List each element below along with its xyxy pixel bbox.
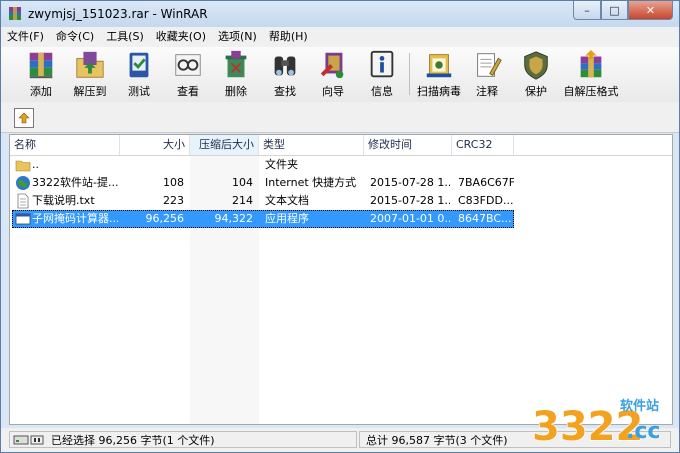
menu-bar: 文件(F) 命令(C) 工具(S) 收藏夹(O) 选项(N) 帮助(H) — [1, 27, 679, 48]
file-size: 223 — [163, 194, 184, 207]
drive-icon — [13, 435, 44, 444]
extract-to-button[interactable]: 解压到 — [67, 49, 113, 99]
table-row[interactable]: .. 文件夹 — [10, 156, 672, 174]
column-header-packed[interactable]: 压缩后大小 — [190, 135, 259, 155]
folder-icon — [15, 160, 31, 172]
file-packed-size: 214 — [232, 194, 253, 207]
column-header-modified[interactable]: 修改时间 — [364, 135, 452, 155]
wizard-label: 向导 — [322, 85, 344, 98]
file-name: 子网掩码计算器.... — [32, 212, 118, 225]
file-type: 文件夹 — [265, 158, 298, 171]
table-row[interactable]: 下载说明.txt 223 214 文本文档 2015-07-28 1... C8… — [10, 192, 672, 210]
test-button[interactable]: 测试 — [116, 49, 162, 99]
file-crc: 8647BC... — [458, 212, 512, 225]
file-packed-size: 94,322 — [214, 212, 254, 225]
file-crc: 7BA6C67F — [458, 176, 514, 189]
test-label: 测试 — [128, 85, 150, 98]
toolbar: 添加 解压到 测试 查看 删除 查找 向导 信息 扫描病毒 注释 保护 自解压格… — [1, 47, 679, 103]
extract-folder-icon — [76, 51, 104, 78]
wizard-button[interactable]: 向导 — [310, 49, 356, 99]
table-row[interactable]: 3322软件站-提... 108 104 Internet 快捷方式 2015-… — [10, 174, 672, 192]
comment-button[interactable]: 注释 — [464, 49, 510, 99]
delete-label: 删除 — [225, 85, 247, 98]
comment-label: 注释 — [476, 85, 498, 98]
menu-favorites[interactable]: 收藏夹(O) — [150, 27, 212, 47]
wizard-icon — [320, 52, 344, 79]
menu-options[interactable]: 选项(N) — [212, 27, 263, 47]
view-label: 查看 — [177, 85, 199, 98]
delete-button[interactable]: 删除 — [213, 49, 259, 99]
column-header-row: 名称 大小 压缩后大小 类型 修改时间 CRC32 — [10, 135, 672, 156]
view-glasses-icon — [175, 54, 201, 76]
find-binoculars-icon — [274, 56, 296, 76]
file-size: 108 — [163, 176, 184, 189]
virus-scan-icon — [426, 54, 452, 78]
file-name: 下载说明.txt — [32, 194, 95, 207]
file-packed-size: 104 — [232, 176, 253, 189]
maximize-button[interactable]: □ — [601, 1, 628, 20]
virus-scan-label: 扫描病毒 — [417, 85, 461, 98]
up-folder-button[interactable] — [14, 108, 34, 128]
add-button[interactable]: 添加 — [18, 49, 64, 99]
menu-commands[interactable]: 命令(C) — [50, 27, 100, 47]
menu-tools[interactable]: 工具(S) — [100, 27, 150, 47]
file-type: Internet 快捷方式 — [265, 176, 357, 189]
info-label: 信息 — [371, 85, 393, 98]
winrar-app-icon — [9, 7, 21, 20]
test-check-icon — [129, 52, 149, 78]
column-header-type[interactable]: 类型 — [259, 135, 364, 155]
watermark-domain: .cc — [626, 419, 660, 444]
file-modified: 2007-01-01 0... — [370, 212, 450, 225]
comment-notepad-icon — [477, 53, 502, 77]
application-icon — [15, 213, 31, 225]
info-icon — [370, 50, 394, 78]
site-watermark-logo: 3322 软件站 .cc — [531, 398, 660, 447]
sfx-label: 自解压格式 — [563, 85, 619, 98]
watermark-site-label: 软件站 — [620, 398, 659, 414]
status-selected-text: 已经选择 96,256 字节(1 个文件) — [51, 433, 215, 447]
sfx-archive-icon — [580, 49, 602, 78]
file-modified: 2015-07-28 1... — [370, 194, 450, 207]
protect-shield-icon — [524, 51, 548, 80]
file-type: 文本文档 — [265, 194, 309, 207]
extract-to-label: 解压到 — [73, 85, 107, 98]
sfx-button[interactable]: 自解压格式 — [564, 49, 619, 99]
add-label: 添加 — [30, 85, 52, 98]
menu-file[interactable]: 文件(F) — [1, 27, 50, 47]
globe-icon — [16, 176, 30, 190]
file-type: 应用程序 — [265, 212, 309, 225]
file-list[interactable]: 名称 大小 压缩后大小 类型 修改时间 CRC32 .. 文件夹 3322软件站… — [9, 134, 673, 425]
window-title: zwymjsj_151023.rar - WinRAR — [28, 7, 208, 21]
protect-label: 保护 — [525, 85, 547, 98]
column-header-name[interactable]: 名称 — [10, 135, 120, 155]
protect-button[interactable]: 保护 — [513, 49, 559, 99]
column-header-crc[interactable]: CRC32 — [452, 135, 514, 155]
table-row-selected[interactable]: 子网掩码计算器.... 96,256 94,322 应用程序 2007-01-0… — [10, 210, 672, 228]
find-label: 查找 — [274, 85, 296, 98]
minimize-button[interactable]: – — [573, 1, 601, 20]
delete-bin-icon — [225, 50, 247, 78]
winrar-window: zwymjsj_151023.rar - WinRAR – □ ✕ 文件(F) … — [0, 0, 680, 453]
info-button[interactable]: 信息 — [359, 49, 405, 99]
up-arrow-icon — [18, 112, 30, 124]
virus-scan-button[interactable]: 扫描病毒 — [416, 49, 462, 99]
file-size: 96,256 — [145, 212, 185, 225]
find-button[interactable]: 查找 — [262, 49, 308, 99]
toolbar-separator — [409, 53, 410, 95]
file-name: .. — [32, 158, 39, 171]
address-bar — [1, 102, 679, 133]
status-total-text: 总计 96,587 字节(3 个文件) — [366, 433, 508, 447]
text-file-icon — [17, 193, 29, 209]
close-button[interactable]: ✕ — [628, 1, 673, 20]
column-header-size[interactable]: 大小 — [120, 135, 190, 155]
file-modified: 2015-07-28 1... — [370, 176, 450, 189]
file-crc: C83FDD... — [458, 194, 514, 207]
status-selection-panel: 已经选择 96,256 字节(1 个文件) — [9, 431, 357, 448]
file-name: 3322软件站-提... — [32, 176, 118, 189]
title-bar[interactable]: zwymjsj_151023.rar - WinRAR – □ ✕ — [1, 1, 679, 27]
menu-help[interactable]: 帮助(H) — [263, 27, 314, 47]
archive-books-icon — [29, 52, 53, 79]
view-button[interactable]: 查看 — [165, 49, 211, 99]
